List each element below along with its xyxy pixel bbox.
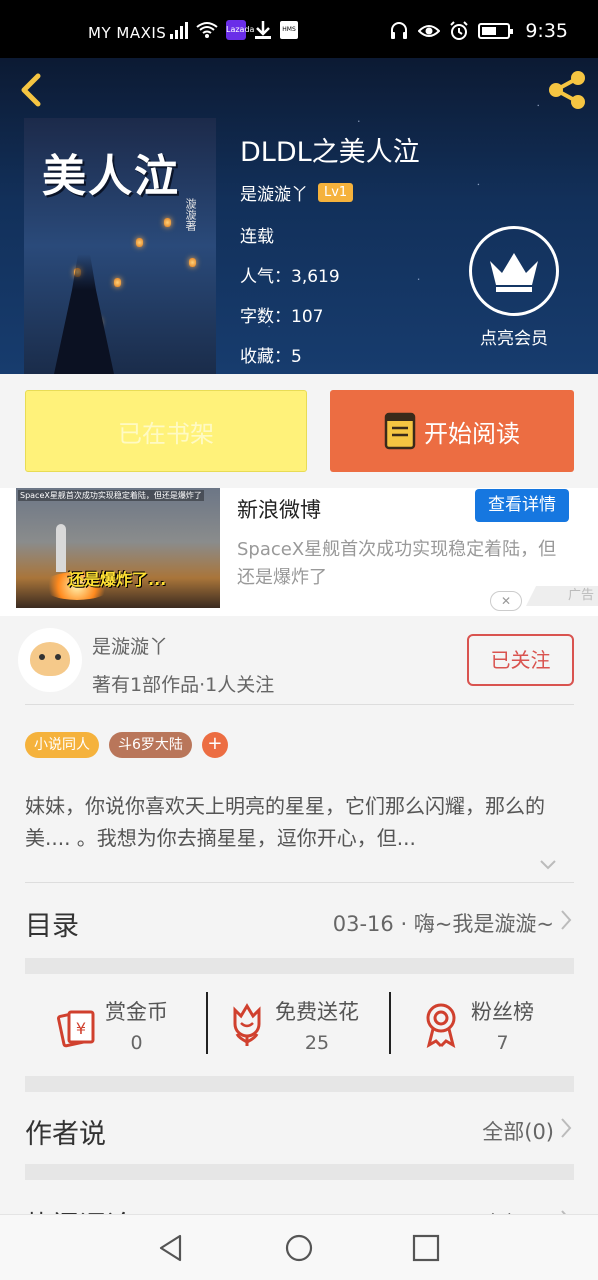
flower-icon	[233, 1003, 261, 1046]
ad-image[interactable]: SpaceX星舰首次成功实现稳定着陆，但还是爆炸了 还是爆炸了...	[16, 488, 220, 608]
nav-home-icon[interactable]	[284, 1233, 314, 1263]
headphones-icon	[391, 22, 408, 39]
book-cover[interactable]: 美人泣 漩漩著	[24, 118, 216, 374]
author-says-label: 作者说	[25, 1119, 106, 1150]
tag-list: 小说同人 斗6罗大陆 +	[25, 732, 228, 758]
book-popularity: 人气：3,619	[240, 267, 340, 287]
eye-icon	[418, 25, 441, 37]
start-reading-button[interactable]: 开始阅读	[330, 390, 574, 472]
alarm-icon	[450, 21, 469, 40]
book-status: 连载	[240, 227, 274, 247]
signal-icon	[170, 21, 188, 39]
ad-close-icon[interactable]: ✕	[490, 591, 522, 611]
fan-ranking[interactable]: 粉丝榜 7	[421, 990, 534, 1060]
table-of-contents-row[interactable]: 目录 03-16 · 嗨~我是漩漩~	[25, 886, 574, 956]
share-icon[interactable]	[544, 70, 590, 110]
coin-icon: ¥	[57, 1010, 95, 1048]
book-word-count: 字数：107	[240, 307, 324, 327]
carrier-label: MY MAXIS	[88, 24, 167, 42]
author-card-name[interactable]: 是漩漩丫	[92, 632, 168, 659]
chevron-right-icon	[561, 1118, 572, 1138]
ad-image-text: 还是爆炸了...	[68, 570, 167, 589]
start-reading-label: 开始阅读	[424, 419, 520, 448]
hms-icon: HMS	[280, 21, 298, 39]
book-description[interactable]: 妹妹，你说你喜欢天上明亮的星星，它们那么闪耀，那么的美.... 。我想为你去摘星…	[25, 790, 575, 854]
book-title: DLDL之美人泣	[240, 137, 420, 168]
ad-view-details-button[interactable]: 查看详情	[475, 489, 569, 522]
battery-icon	[478, 23, 514, 39]
rocket-image	[56, 524, 66, 572]
vip-label: 点亮会员	[480, 329, 548, 349]
book-icon	[384, 412, 416, 450]
tag-douluo[interactable]: 斗6罗大陆	[109, 732, 192, 758]
ad-label: 广告	[526, 586, 598, 606]
following-button[interactable]: 已关注	[467, 634, 574, 686]
in-bookshelf-button[interactable]: 已在书架	[25, 390, 307, 472]
fan-ranking-value: 7	[496, 1032, 509, 1054]
ad-description: SpaceX星舰首次成功实现稳定着陆，但还是爆炸了	[237, 539, 557, 588]
tag-fanfic[interactable]: 小说同人	[25, 732, 99, 758]
free-flowers[interactable]: 免费送花 25	[227, 990, 359, 1060]
download-icon	[255, 21, 271, 39]
lazada-app-icon: Lazada	[226, 20, 254, 40]
support-stats: ¥ 赏金币 0 免费送花 25 粉丝榜 7	[25, 974, 574, 1074]
ad-image-caption: SpaceX星舰首次成功实现稳定着陆，但还是爆炸了	[18, 490, 204, 501]
author-says-row[interactable]: 作者说 全部(0)	[25, 1094, 574, 1164]
free-flowers-value: 25	[304, 1032, 330, 1054]
fan-ranking-label: 粉丝榜	[471, 1000, 534, 1024]
reward-coins[interactable]: ¥ 赏金币 0	[53, 990, 168, 1060]
reward-coins-value: 0	[130, 1032, 143, 1054]
svg-text:¥: ¥	[76, 1019, 86, 1038]
nav-recents-icon[interactable]	[411, 1233, 441, 1263]
divider	[25, 704, 574, 705]
chevron-right-icon	[561, 910, 572, 930]
wifi-icon	[196, 22, 218, 38]
book-detail-page: MY MAXIS Lazada HMS 9:35 美人泣 漩漩著 DLDL之美人…	[0, 0, 598, 1280]
action-bar: 已在书架 开始阅读	[0, 374, 598, 488]
medal-icon	[426, 1003, 456, 1048]
book-author[interactable]: 是漩漩丫	[240, 180, 308, 205]
vip-membership-button[interactable]: 点亮会员	[468, 226, 560, 349]
book-content: 是漩漩丫 著有1部作品·1人关注 已关注 小说同人 斗6罗大陆 + 妹妹，你说你…	[0, 616, 598, 1242]
latest-chapter: 03-16 · 嗨~我是漩漩~	[332, 912, 554, 936]
back-icon[interactable]	[14, 72, 50, 108]
author-level-badge: Lv1	[318, 183, 354, 202]
clock-time: 9:35	[525, 20, 568, 42]
chevron-down-icon[interactable]	[538, 854, 558, 874]
book-header: 美人泣 漩漩著 DLDL之美人泣 是漩漩丫 Lv1 连载 人气：3,619 字数…	[0, 58, 598, 374]
free-flowers-label: 免费送花	[275, 1000, 359, 1024]
author-says-count: 全部(0)	[482, 1120, 554, 1144]
ad-banner[interactable]: SpaceX星舰首次成功实现稳定着陆，但还是爆炸了 还是爆炸了... 新浪微博 …	[0, 488, 598, 616]
cover-title: 美人泣	[42, 151, 180, 202]
crown-icon	[490, 253, 538, 292]
toc-label: 目录	[25, 911, 79, 942]
add-tag-icon[interactable]: +	[201, 732, 228, 758]
system-nav-bar	[0, 1214, 598, 1280]
ad-title: 新浪微博	[237, 498, 321, 522]
book-favorites: 收藏：5	[240, 347, 302, 367]
cover-author: 漩漩著	[184, 198, 197, 231]
status-bar: MY MAXIS Lazada HMS 9:35	[0, 0, 598, 58]
author-card-stats: 著有1部作品·1人关注	[92, 674, 275, 696]
nav-back-icon[interactable]	[156, 1233, 186, 1263]
author-avatar[interactable]	[18, 628, 82, 692]
reward-coins-label: 赏金币	[105, 1000, 168, 1024]
